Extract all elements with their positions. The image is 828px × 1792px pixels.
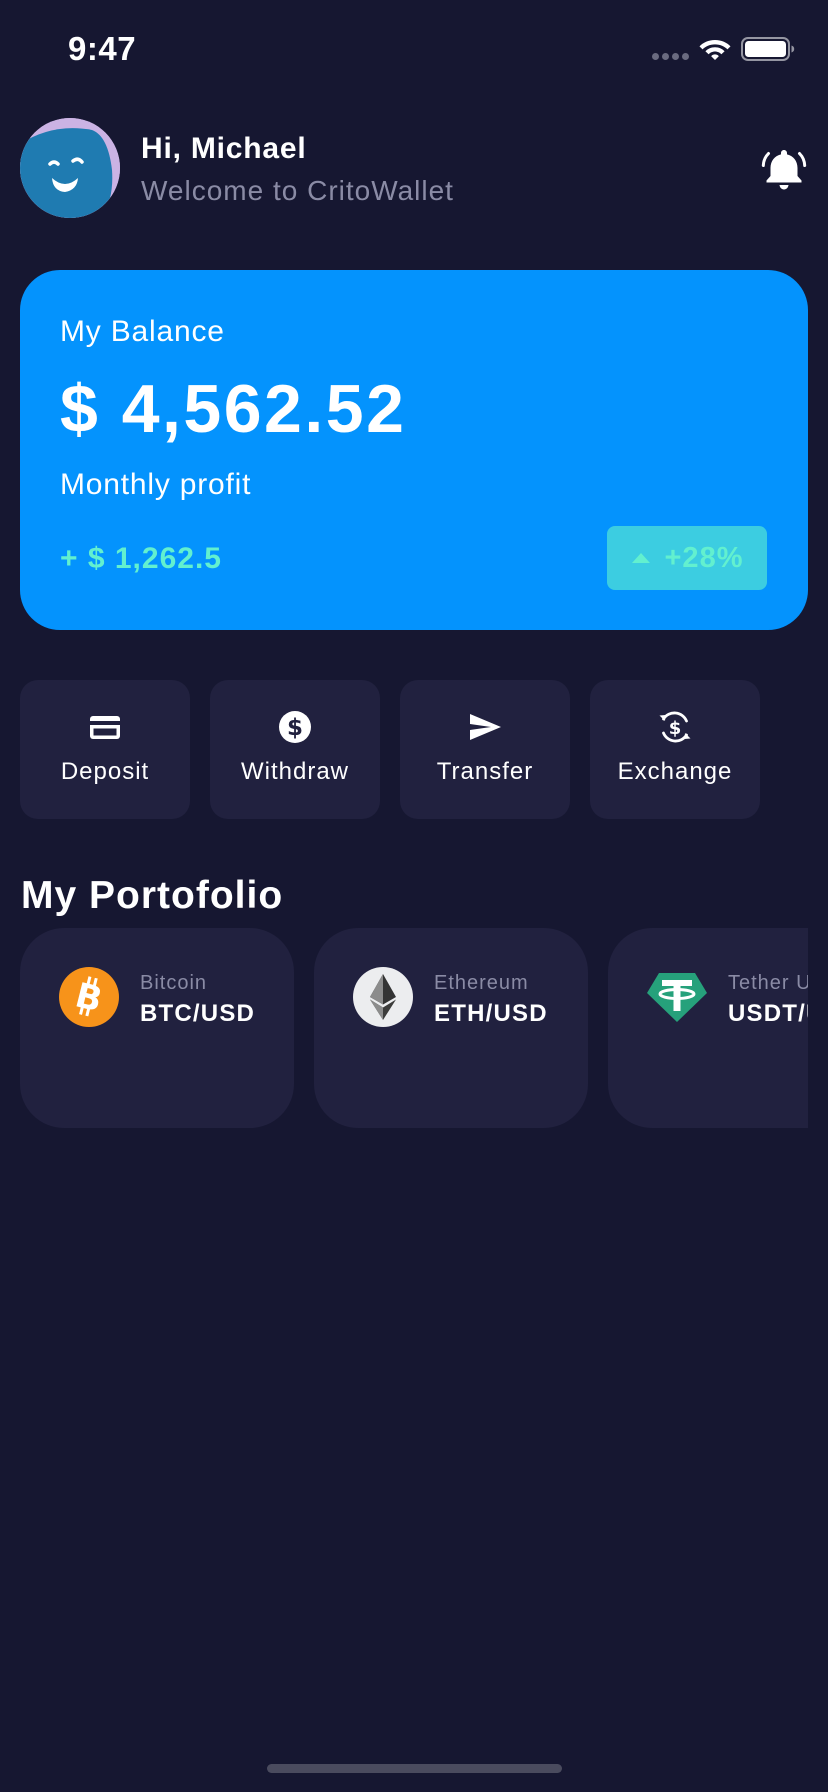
greeting-text: Hi, Michael	[141, 132, 307, 165]
battery-icon	[741, 37, 795, 61]
currency-exchange-icon: $	[659, 711, 691, 743]
profit-change-badge: +28%	[607, 526, 767, 590]
coin-pair: ETH/USD	[434, 1000, 548, 1027]
deposit-label: Deposit	[60, 758, 150, 785]
avatar[interactable]	[20, 118, 120, 218]
coin-name: Bitcoin	[140, 972, 208, 994]
wifi-icon	[699, 40, 731, 60]
ethereum-icon	[353, 967, 413, 1027]
exchange-label: Exchange	[617, 758, 733, 785]
coin-name: Ethereum	[434, 972, 529, 994]
caret-up-icon	[631, 553, 650, 563]
tether-icon	[647, 973, 707, 1022]
status-bar: 9:47	[0, 0, 828, 100]
coin-pair: USDT/USD	[728, 1000, 808, 1027]
send-icon	[470, 714, 501, 740]
portfolio-title: My Portofolio	[21, 874, 284, 917]
balance-label: My Balance	[60, 315, 225, 348]
profit-change-percent: +28%	[664, 541, 744, 574]
balance-card[interactable]: My Balance $ 4,562.52 Monthly profit + $…	[20, 270, 808, 630]
bitcoin-icon: B	[59, 967, 119, 1027]
portfolio-card-bitcoin[interactable]: B Bitcoin BTC/USD	[20, 928, 294, 1128]
welcome-subtitle: Welcome to CritoWallet	[141, 175, 454, 206]
exchange-button[interactable]: $ Exchange	[590, 680, 760, 819]
deposit-button[interactable]: Deposit	[20, 680, 190, 819]
portfolio-card-tether[interactable]: Tether USDT USDT/USD	[608, 928, 808, 1128]
withdraw-button[interactable]: $ Withdraw	[210, 680, 380, 819]
avatar-face-icon	[20, 118, 120, 218]
quick-actions: Deposit $ Withdraw Transfer $ Exchange	[20, 680, 760, 819]
notification-bell-icon[interactable]	[760, 146, 808, 194]
status-time: 9:47	[68, 30, 137, 67]
transfer-button[interactable]: Transfer	[400, 680, 570, 819]
dollar-coin-icon: $	[279, 711, 311, 743]
home-indicator[interactable]	[267, 1764, 562, 1773]
credit-card-icon	[90, 716, 120, 739]
portfolio-card-ethereum[interactable]: Ethereum ETH/USD	[314, 928, 588, 1128]
monthly-profit-amount: + $ 1,262.5	[60, 542, 222, 575]
svg-text:$: $	[287, 715, 303, 741]
monthly-profit-label: Monthly profit	[60, 468, 252, 501]
coin-name: Tether USDT	[728, 972, 808, 994]
transfer-label: Transfer	[436, 758, 534, 785]
cellular-signal-icon	[652, 53, 689, 60]
coin-pair: BTC/USD	[140, 1000, 256, 1027]
portfolio-carousel[interactable]: B Bitcoin BTC/USD Ethereum ETH/USD Tethe…	[20, 928, 808, 1128]
balance-amount: $ 4,562.52	[60, 371, 407, 447]
svg-text:$: $	[669, 718, 682, 739]
withdraw-label: Withdraw	[240, 758, 350, 785]
